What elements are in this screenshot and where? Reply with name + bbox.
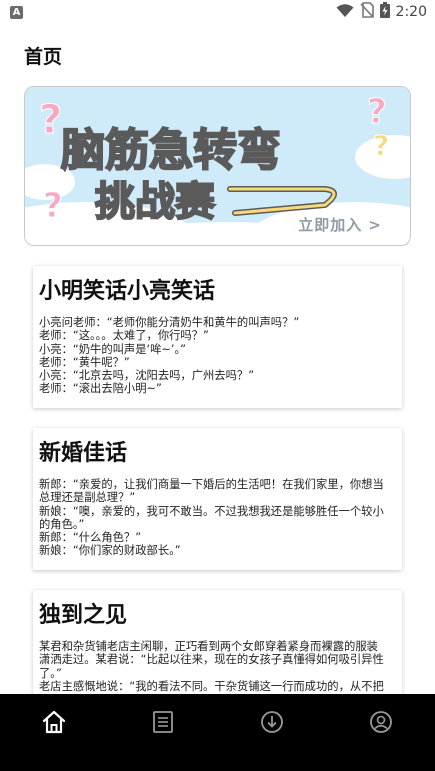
nav-home[interactable] bbox=[24, 702, 84, 742]
banner-title-line2: 挑战赛 bbox=[95, 179, 216, 225]
page-title: 首页 bbox=[24, 46, 63, 68]
nav-download[interactable] bbox=[242, 702, 302, 742]
challenge-banner[interactable]: ? ? ? ? 脑筋急转弯 挑战赛 立即加入 > bbox=[24, 86, 411, 246]
joke-line: 了。” bbox=[39, 666, 62, 680]
joke-line: 新郎：“亲爱的，让我们商量一下婚后的生活吧！在我们家里，你想当 bbox=[39, 478, 384, 491]
banner-title-line1: 脑筋急转弯 bbox=[61, 125, 281, 176]
home-icon bbox=[43, 710, 66, 733]
joke-line: 老师：“滚出去陪小明~” bbox=[39, 382, 162, 396]
joke-line: 小亮问老师：“老师你能分清奶牛和黄牛的叫声吗？” bbox=[39, 316, 300, 329]
bottom-nav bbox=[0, 694, 435, 771]
svg-text:?: ? bbox=[43, 186, 63, 226]
battery-icon bbox=[379, 2, 390, 22]
joke-line: 小亮：“奶牛的叫声是‘哞~’。” bbox=[39, 342, 186, 356]
no-sim-icon bbox=[359, 2, 374, 22]
joke-line: 新娘：“你们家的财政部长。” bbox=[39, 544, 181, 558]
joke-line: 潇洒走过。某君说：“比起以往来，现在的女孩子真懂得如何吸引异性 bbox=[39, 653, 384, 667]
joke-card[interactable]: 小明笑话小亮笑话 小亮问老师：“老师你能分清奶牛和黄牛的叫声吗？” 老师：“这。… bbox=[33, 266, 402, 408]
joke-line: 老店主感慨地说：“我的看法不同。干杂货铺这一行而成功的，从不把 bbox=[39, 679, 384, 693]
joke-title: 新婚佳话 bbox=[39, 441, 128, 466]
joke-line: 老师：“这。。。太难了，你行吗？” bbox=[39, 329, 209, 343]
joke-line: 新郎：“什么角色？” bbox=[39, 531, 142, 545]
joke-title: 独到之见 bbox=[39, 603, 128, 628]
joke-title: 小明笑话小亮笑话 bbox=[39, 279, 216, 304]
svg-text:?: ? bbox=[367, 92, 387, 132]
user-icon bbox=[369, 710, 392, 733]
nav-profile[interactable] bbox=[351, 702, 411, 742]
svg-text:?: ? bbox=[373, 129, 389, 162]
wifi-icon bbox=[336, 3, 354, 22]
joke-card[interactable]: 新婚佳话 新郎：“亲爱的，让我们商量一下婚后的生活吧！在我们家里，你想当 总理还… bbox=[33, 428, 402, 570]
joke-line: 老师：“黄牛呢？” bbox=[39, 355, 130, 369]
status-time: 2:20 bbox=[395, 4, 427, 20]
joke-line: 新娘：“噢，亲爱的，我可不敢当。不过我想我还是能够胜任一个较小 bbox=[39, 504, 384, 518]
notification-badge: A bbox=[10, 5, 23, 19]
banner-question-mark-left: ? bbox=[39, 97, 62, 143]
list-icon bbox=[153, 710, 174, 733]
joke-line: 某君和杂货铺老店主闲聊，正巧看到两个女郎穿着紧身而裸露的服装 bbox=[39, 640, 378, 653]
join-now-button[interactable]: 立即加入 > bbox=[298, 214, 382, 235]
joke-card[interactable]: 独到之见 某君和杂货铺老店主闲聊，正巧看到两个女郎穿着紧身而裸露的服装 潇洒走过… bbox=[33, 590, 402, 710]
joke-line: 小亮：“北京去吗，沈阳去吗，广州去吗？” bbox=[39, 369, 255, 383]
status-bar: A 2:20 bbox=[0, 0, 435, 24]
nav-list[interactable] bbox=[133, 702, 193, 742]
download-icon bbox=[260, 710, 283, 733]
joke-line: 总理还是副总理？” bbox=[39, 491, 136, 505]
joke-line: 的角色。” bbox=[39, 517, 85, 531]
